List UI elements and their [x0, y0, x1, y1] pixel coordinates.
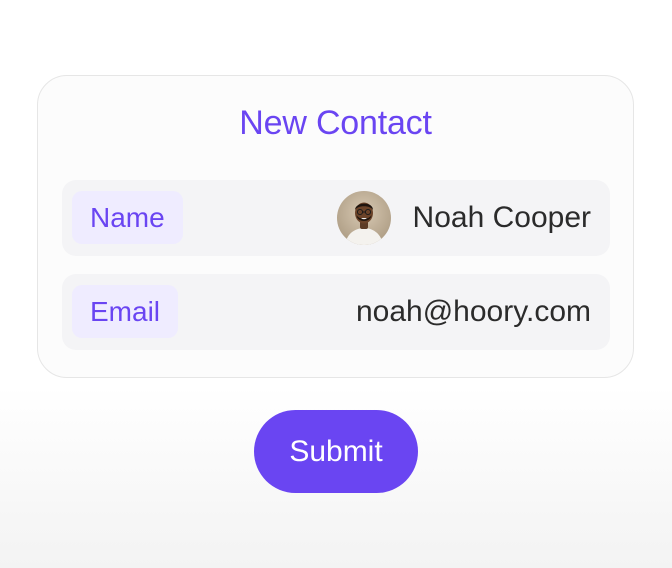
- email-field-value[interactable]: noah@hoory.com: [356, 274, 591, 350]
- name-field-row: Name Noah Cooper: [62, 180, 610, 256]
- card-title: New Contact: [239, 104, 432, 142]
- name-field-value[interactable]: Noah Cooper: [413, 180, 591, 256]
- email-field-label: Email: [72, 285, 179, 338]
- new-contact-card: New Contact Name Noah Cooper Email noah@…: [37, 75, 634, 378]
- contact-avatar: [337, 191, 391, 245]
- name-field-label: Name: [72, 191, 183, 244]
- avatar-photo-icon: [337, 191, 391, 245]
- email-field-row: Email noah@hoory.com: [62, 274, 610, 350]
- submit-button[interactable]: Submit: [254, 410, 418, 493]
